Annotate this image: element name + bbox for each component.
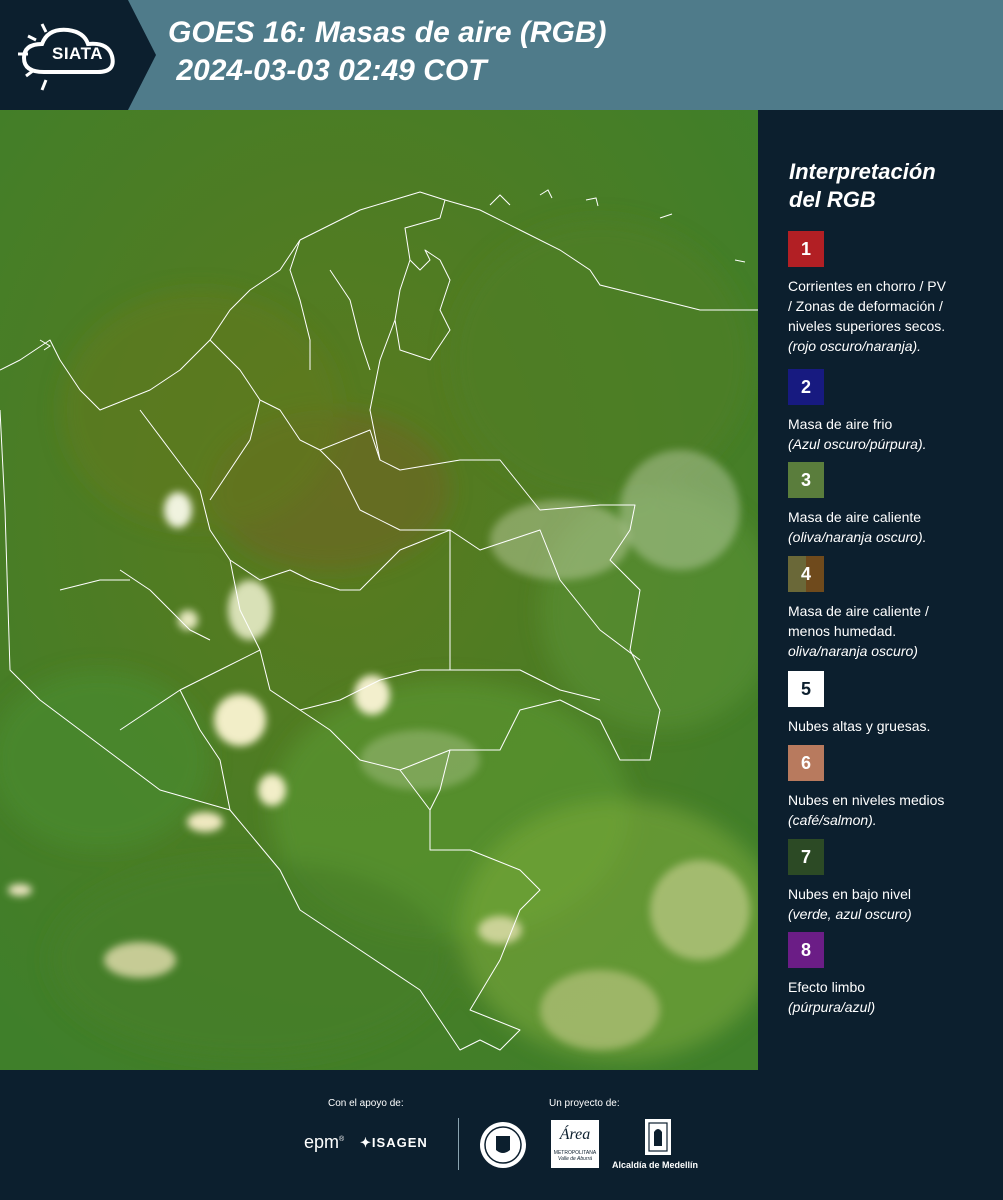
legend-note: (café/salmon). <box>788 812 877 828</box>
legend-item-7: 7 Nubes en bajo nivel (verde, azul oscur… <box>788 839 988 924</box>
legend-note: (púrpura/azul) <box>788 999 876 1015</box>
alcaldia-crest-icon <box>645 1119 671 1155</box>
legend-item-6: 6 Nubes en niveles medios (café/salmon). <box>788 745 988 830</box>
title-line-1: GOES 16: Masas de aire (RGB) <box>168 16 607 49</box>
legend-title-line-1: Interpretación <box>789 159 936 184</box>
area-metropolitana-logo: Área METROPOLITANA Valle de Aburrá <box>551 1120 599 1168</box>
siata-logo: SIATA <box>0 0 128 110</box>
isagen-icon: ✦ <box>360 1135 372 1150</box>
header-bar: SIATA GOES 16: Masas de aire (RGB) 2024-… <box>0 0 1003 110</box>
isagen-logo: ✦ISAGEN <box>360 1135 428 1150</box>
title-line-2: 2024-03-03 02:49 COT <box>168 54 487 87</box>
map-image <box>0 110 780 1070</box>
legend-swatch: 3 <box>788 462 824 498</box>
legend-note: (rojo oscuro/naranja). <box>788 338 922 354</box>
alcaldia-label: Alcaldía de Medellín <box>612 1160 699 1170</box>
seal-icon <box>480 1122 526 1168</box>
legend-desc: Corrientes en chorro / PV / Zonas de def… <box>788 278 946 334</box>
legend-swatch: 7 <box>788 839 824 875</box>
legend-note: (oliva/naranja oscuro). <box>788 529 927 545</box>
logo-text: SIATA <box>52 44 103 63</box>
legend-item-3: 3 Masa de aire caliente (oliva/naranja o… <box>788 462 988 547</box>
legend-desc: Masa de aire caliente <box>788 509 922 525</box>
legend-item-5: 5 Nubes altas y gruesas. <box>788 671 988 736</box>
legend-panel: Interpretación del RGB 1 Corrientes en c… <box>760 110 1003 1070</box>
legend-desc: Efecto limbo <box>788 979 866 995</box>
legend-note: (verde, azul oscuro) <box>788 906 912 922</box>
legend-title: Interpretación del RGB <box>789 158 989 214</box>
legend-item-4: 4 Masa de aire caliente / menos humedad.… <box>788 556 988 661</box>
satellite-map <box>0 110 780 1070</box>
legend-swatch: 4 <box>788 556 824 592</box>
legend-desc: Nubes en niveles medios <box>788 792 945 808</box>
legend-swatch: 2 <box>788 369 824 405</box>
legend-swatch: 5 <box>788 671 824 707</box>
legend-desc: Nubes altas y gruesas. <box>788 718 931 734</box>
legend-note: (Azul oscuro/púrpura). <box>788 436 927 452</box>
legend-desc: Masa de aire frio <box>788 416 893 432</box>
legend-item-8: 8 Efecto limbo (púrpura/azul) <box>788 932 988 1017</box>
logo-arrow <box>128 0 156 110</box>
legend-swatch: 1 <box>788 231 824 267</box>
footer-separator <box>458 1118 459 1170</box>
legend-note: oliva/naranja oscuro) <box>788 643 918 659</box>
legend-item-1: 1 Corrientes en chorro / PV / Zonas de d… <box>788 231 988 356</box>
legend-desc: Masa de aire caliente / menos humedad. <box>788 603 929 639</box>
epm-logo: epm® <box>304 1132 345 1152</box>
legend-desc: Nubes en bajo nivel <box>788 886 911 902</box>
page-title: GOES 16: Masas de aire (RGB) 2024-03-03 … <box>168 14 607 90</box>
support-label: Con el apoyo de: <box>328 1098 404 1109</box>
footer: Con el apoyo de: Un proyecto de: epm® ✦I… <box>0 1070 1003 1200</box>
legend-swatch: 6 <box>788 745 824 781</box>
legend-item-2: 2 Masa de aire frio (Azul oscuro/púrpura… <box>788 369 988 454</box>
project-label: Un proyecto de: <box>549 1098 620 1109</box>
legend-swatch: 8 <box>788 932 824 968</box>
legend-title-line-2: del RGB <box>789 187 876 212</box>
